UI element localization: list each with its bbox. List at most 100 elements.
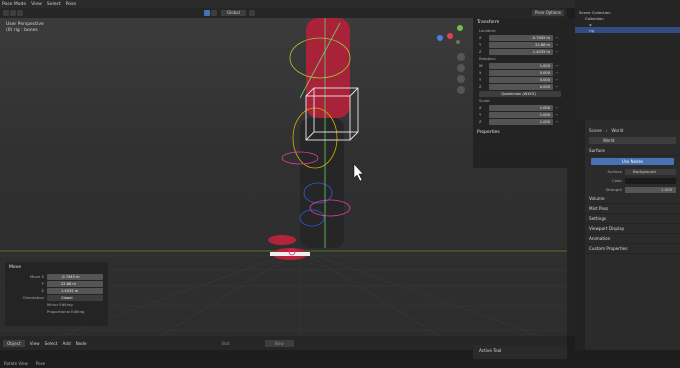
- editor-mode-dropdown[interactable]: Object: [3, 339, 25, 347]
- bottom-menu-select[interactable]: Select: [45, 341, 58, 346]
- properties-editor: Scene › World World Surface Use Nodes Su…: [585, 120, 680, 350]
- strength-row: Strength 1.000: [585, 185, 680, 194]
- viewport-nav-buttons[interactable]: [457, 53, 465, 94]
- location-label: Location:: [479, 28, 497, 33]
- scale-z-field[interactable]: 1.000: [489, 118, 553, 125]
- use-nodes-button[interactable]: Use Nodes: [591, 158, 674, 165]
- navigation-gizmo[interactable]: [437, 25, 463, 44]
- scale-x-row: X 1.000 ⌐: [479, 104, 561, 111]
- active-tool-panel: Active Tool: [473, 345, 567, 359]
- menu-pose[interactable]: Pose: [66, 2, 76, 7]
- surface-shader-dropdown[interactable]: Background: [625, 168, 676, 175]
- active-tool-title[interactable]: Active Tool: [479, 348, 501, 353]
- properties-header[interactable]: Properties: [473, 128, 567, 137]
- scale-x-field[interactable]: 1.000: [489, 104, 553, 111]
- lock-icon[interactable]: ⌐: [553, 63, 561, 68]
- mirror-editing-checkbox[interactable]: Mirror Editing: [47, 302, 73, 307]
- outliner-item-rig[interactable]: rig: [575, 27, 680, 33]
- sidebar-transform-panel: Transform Location: X -0.7445 m ⌐ Y 22.88 m…: [473, 18, 567, 168]
- cursor-icon[interactable]: [10, 10, 16, 16]
- lock-icon[interactable]: ⌐: [553, 84, 561, 89]
- rotation-z-field[interactable]: 0.000: [489, 83, 553, 90]
- scale-label: Scale:: [479, 98, 491, 103]
- orientation-dropdown[interactable]: Global: [221, 10, 246, 16]
- last-operator-panel: Move Move X -0.7445 m Y 22.88 m Z 1.4035 m …: [5, 262, 108, 326]
- move-y-field[interactable]: 22.88 m: [47, 280, 103, 287]
- menu-view[interactable]: View: [31, 2, 42, 7]
- rotation-mode-row: Quaternion (WXYZ): [479, 90, 561, 97]
- rotation-w-field[interactable]: 1.000: [489, 62, 553, 69]
- rotation-x-row: X 0.000 ⌐: [479, 69, 561, 76]
- slot-dropdown[interactable]: Slot: [222, 341, 230, 346]
- properties-tabs[interactable]: [575, 120, 585, 350]
- rotation-label: Rotation:: [479, 56, 497, 61]
- move-x-field[interactable]: -0.7445 m: [47, 273, 103, 280]
- move-z-field[interactable]: 1.4035 m: [47, 287, 103, 294]
- lock-icon[interactable]: ⌐: [553, 77, 561, 82]
- color-swatch[interactable]: [625, 177, 676, 184]
- bottom-menu-node[interactable]: Node: [76, 341, 87, 346]
- outliner: Scene Collection Collection ▪ rig: [575, 0, 680, 120]
- viewport-header: Global Pose Options: [0, 8, 567, 18]
- lock-icon[interactable]: ⌐: [553, 119, 561, 124]
- character-mesh: [268, 18, 350, 260]
- breadcrumb-scene: Scene: [589, 128, 602, 133]
- scale-y-field[interactable]: 1.000: [489, 111, 553, 118]
- lock-icon[interactable]: ⌐: [553, 35, 561, 40]
- properties-breadcrumb: Scene › World: [589, 128, 624, 133]
- mouse-cursor-icon: [353, 163, 364, 182]
- sidebar-tabs[interactable]: [567, 18, 575, 336]
- location-z-field[interactable]: 1.4035 m: [489, 48, 553, 55]
- rotation-z-row: Z 0.000 ⌐: [479, 83, 561, 90]
- operator-title[interactable]: Move: [5, 262, 108, 273]
- lock-icon[interactable]: ⌐: [553, 112, 561, 117]
- lock-icon[interactable]: ⌐: [553, 105, 561, 110]
- location-y-field[interactable]: 22.88 m: [489, 41, 553, 48]
- location-y-row: Y 22.88 m ⌐: [479, 41, 561, 48]
- select-tool-icon[interactable]: [3, 10, 9, 16]
- status-bar: Rotate View Pose: [0, 359, 680, 368]
- surface-section[interactable]: Surface: [585, 146, 680, 156]
- lock-icon[interactable]: ⌐: [553, 70, 561, 75]
- new-button[interactable]: New: [264, 339, 294, 347]
- surface-row: Surface Background: [585, 167, 680, 176]
- breadcrumb-world: World: [611, 128, 624, 133]
- color-row: Color: [585, 176, 680, 185]
- scale-y-row: Y 1.000 ⌐: [479, 111, 561, 118]
- location-x-field[interactable]: -0.7445 m: [489, 34, 553, 41]
- section-animation[interactable]: Animation: [585, 234, 680, 244]
- bottom-menu-view[interactable]: View: [30, 341, 40, 346]
- world-name-field[interactable]: World: [589, 137, 676, 144]
- proportional-editing-checkbox[interactable]: Proportional Editing: [47, 309, 84, 314]
- snap-icon[interactable]: [211, 10, 217, 16]
- rotation-w-row: W 1.000 ⌐: [479, 62, 561, 69]
- rotation-y-row: Y 0.000 ⌐: [479, 76, 561, 83]
- rotation-mode-dropdown[interactable]: Quaternion (WXYZ): [479, 90, 561, 97]
- menu-select[interactable]: Select: [47, 2, 61, 7]
- bottom-menu-add[interactable]: Add: [63, 341, 71, 346]
- location-x-row: X -0.7445 m ⌐: [479, 34, 561, 41]
- pose-options-button[interactable]: Pose Options: [532, 10, 564, 16]
- rotation-y-field[interactable]: 0.000: [489, 76, 553, 83]
- transform-header[interactable]: Transform: [473, 18, 567, 27]
- mode-selector[interactable]: Pose Mode: [2, 2, 26, 7]
- lock-icon[interactable]: ⌐: [553, 42, 561, 47]
- section-settings[interactable]: Settings: [585, 214, 680, 224]
- location-z-row: Z 1.4035 m ⌐: [479, 48, 561, 55]
- scale-z-row: Z 1.000 ⌐: [479, 118, 561, 125]
- status-rotate-view: Rotate View: [4, 361, 28, 366]
- transform-pivot-icon[interactable]: [204, 10, 210, 16]
- section-viewport-display[interactable]: Viewport Display: [585, 224, 680, 234]
- viewport-info: User Perspective (0) rig : bones: [6, 22, 44, 34]
- active-object-label: (0) rig : bones: [6, 28, 38, 33]
- rotation-x-field[interactable]: 0.000: [489, 69, 553, 76]
- orientation-field[interactable]: Global: [47, 294, 103, 301]
- strength-field[interactable]: 1.000: [625, 186, 676, 193]
- move-icon[interactable]: [17, 10, 23, 16]
- search-icon[interactable]: [248, 10, 255, 16]
- status-pose: Pose: [35, 361, 46, 366]
- lock-icon[interactable]: ⌐: [553, 49, 561, 54]
- section-custom-properties[interactable]: Custom Properties: [585, 244, 680, 254]
- section-mist-pass[interactable]: Mist Pass: [585, 204, 680, 214]
- section-volume[interactable]: Volume: [585, 194, 680, 204]
